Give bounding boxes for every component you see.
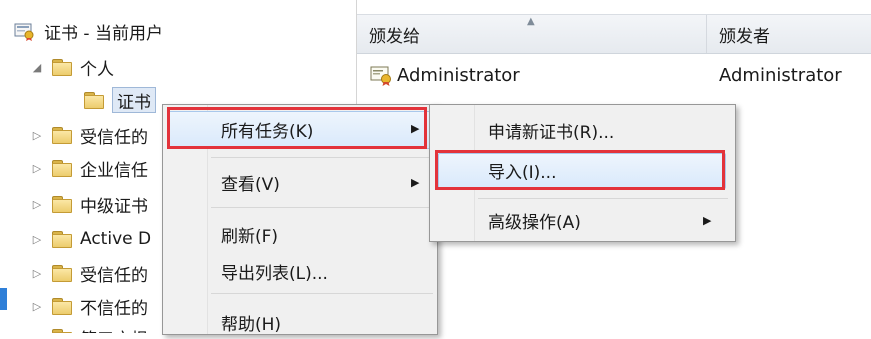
issued-to-cell: Administrator: [397, 64, 520, 86]
expand-arrow-icon[interactable]: ▷: [30, 266, 44, 280]
tree-item-label: 证书: [112, 87, 156, 113]
tree-root-label: 证书 - 当前用户: [44, 23, 163, 44]
menu-item-view[interactable]: 查看(V): [221, 165, 280, 199]
certificate-icon: [369, 64, 393, 86]
column-header-issued-to[interactable]: ▲ 颁发给: [357, 15, 707, 53]
tree-item-label: 企业信任: [80, 160, 148, 181]
menu-item-request-new-cert[interactable]: 申请新证书(R)...: [488, 113, 614, 147]
tree-item[interactable]: ▷ 受信任的: [30, 258, 148, 288]
menu-separator: [211, 207, 433, 208]
issued-by-cell: Administrator: [719, 64, 842, 86]
tree-item[interactable]: ▷ 不信任的: [30, 291, 148, 321]
tree-item[interactable]: ▷ 受信任的: [30, 120, 148, 150]
folder-icon: [52, 160, 72, 177]
folder-icon: [52, 329, 72, 333]
submenu-arrow-icon: ▶: [703, 214, 712, 227]
expand-arrow-icon[interactable]: ▷: [30, 128, 44, 142]
list-header: ▲ 颁发给 颁发者: [357, 14, 871, 54]
tree-item-label: 第三方根: [80, 325, 148, 334]
folder-icon: [52, 298, 72, 315]
tree-item[interactable]: ▷ 中级证书: [30, 189, 148, 219]
tree-item-personal[interactable]: ◢ 个人: [30, 52, 114, 82]
expand-arrow-icon[interactable]: ▷: [30, 232, 44, 246]
tree-item[interactable]: ▷ 企业信任: [30, 153, 148, 183]
menu-item-advanced[interactable]: 高级操作(A): [488, 203, 581, 237]
folder-icon: [52, 127, 72, 144]
tree-root[interactable]: 证书 - 当前用户: [14, 16, 163, 46]
expand-arrow-icon[interactable]: ▷: [30, 197, 44, 211]
expand-arrow-icon[interactable]: ▷: [30, 299, 44, 313]
menu-separator: [211, 157, 433, 158]
menu-item-export-list[interactable]: 导出列表(L)...: [221, 254, 328, 288]
highlight-box-import: [435, 150, 725, 190]
list-row[interactable]: Administrator: [369, 62, 520, 88]
tree-item[interactable]: ▷ 第三方根: [30, 322, 148, 333]
menu-item-refresh[interactable]: 刷新(F): [221, 217, 278, 251]
folder-icon: [52, 265, 72, 282]
certificate-store-icon: [14, 21, 36, 41]
folder-icon: [52, 231, 72, 248]
tree-item-certificates[interactable]: 证书: [84, 85, 156, 115]
tree-item-label: 受信任的: [80, 265, 148, 286]
tree-item-label: 中级证书: [80, 196, 148, 217]
column-header-issued-by[interactable]: 颁发者: [707, 15, 871, 53]
submenu-arrow-icon: ▶: [411, 176, 420, 189]
folder-icon: [52, 59, 72, 76]
folder-icon: [84, 92, 104, 109]
tree-item-label: Active D: [80, 229, 152, 249]
highlight-box-all-tasks: [167, 107, 427, 149]
tree-item-label: 受信任的: [80, 127, 148, 148]
menu-separator: [478, 198, 728, 199]
tree-item[interactable]: ▷ Active D: [30, 224, 151, 254]
expand-arrow-icon[interactable]: ▷: [30, 161, 44, 175]
folder-icon: [52, 196, 72, 213]
sort-ascending-icon: ▲: [527, 16, 535, 27]
menu-separator: [211, 293, 433, 294]
window-edge-accent: [0, 288, 7, 310]
collapse-arrow-icon[interactable]: ◢: [30, 60, 44, 74]
menu-item-help[interactable]: 帮助(H): [221, 305, 281, 339]
tree-item-label: 不信任的: [80, 298, 148, 319]
tree-item-label: 个人: [80, 59, 114, 80]
